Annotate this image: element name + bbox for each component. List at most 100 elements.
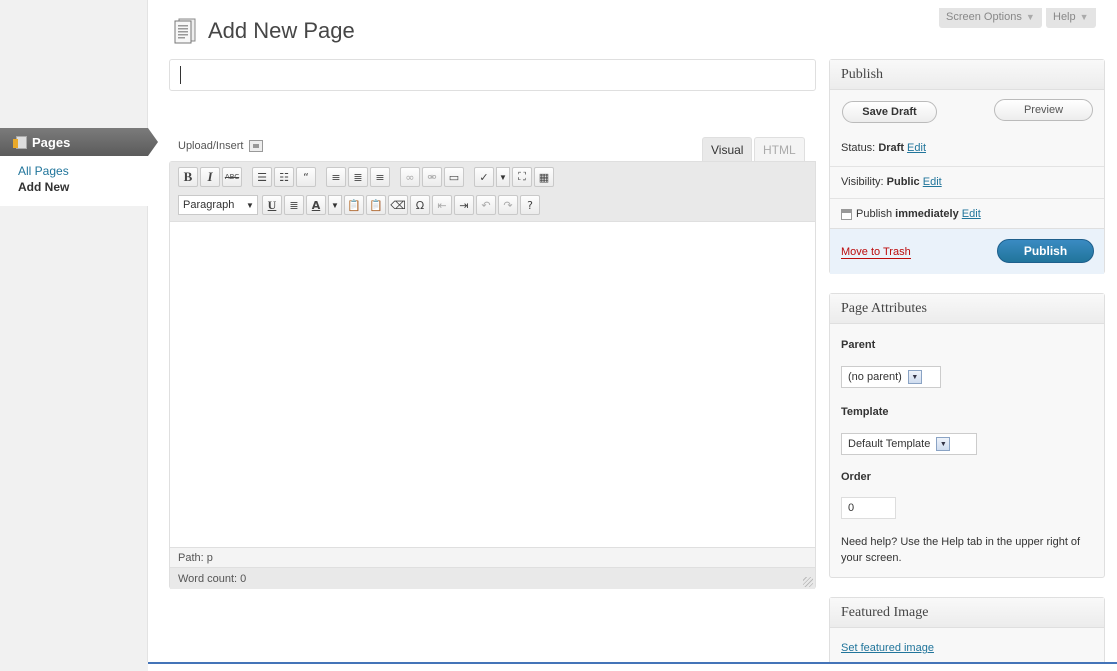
blockquote-icon[interactable]: “ <box>296 167 316 187</box>
spellcheck-icon[interactable]: ✓ <box>474 167 494 187</box>
unlink-icon[interactable]: ⚮ <box>422 167 442 187</box>
schedule-label: Publish <box>856 208 893 220</box>
preview-button[interactable]: Preview <box>994 99 1093 121</box>
chevron-down-icon: ▼ <box>936 437 951 451</box>
fullscreen-icon[interactable]: ⛶ <box>512 167 532 187</box>
status-row: Status: Draft Edit <box>841 142 926 154</box>
schedule-row: Publish immediately Edit <box>841 208 981 220</box>
chevron-down-icon: ▼ <box>246 200 254 210</box>
format-select-value: Paragraph <box>183 199 235 211</box>
chevron-down-icon: ▼ <box>907 370 922 384</box>
path-label: Path: <box>178 552 204 564</box>
status-value: Draft <box>878 142 904 154</box>
publish-box: Publish Save Draft Preview Status: Draft… <box>829 59 1105 274</box>
resize-handle-icon[interactable] <box>803 577 813 587</box>
indent-icon[interactable]: ⇥ <box>454 195 474 215</box>
page-attributes-title[interactable]: Page Attributes <box>830 294 1104 324</box>
visibility-label: Visibility: <box>841 176 884 188</box>
publish-actions: Move to Trash Publish <box>830 228 1104 274</box>
status-edit-link[interactable]: Edit <box>907 142 926 154</box>
sidebar-menu-label: Pages <box>32 134 71 150</box>
kitchen-sink-icon[interactable]: ▦ <box>534 167 554 187</box>
paste-word-icon[interactable]: 📋 <box>366 195 386 215</box>
undo-icon[interactable]: ↶ <box>476 195 496 215</box>
bottom-bar <box>0 662 1117 671</box>
divider <box>830 166 1104 167</box>
publish-box-title[interactable]: Publish <box>830 60 1104 90</box>
page-icon <box>174 18 196 44</box>
numbered-list-icon[interactable]: ☷ <box>274 167 294 187</box>
paste-text-icon[interactable]: 📋 <box>344 195 364 215</box>
editor-path-bar: Path: p <box>170 547 815 567</box>
content-editor: B I ABC ☰ ☷ “ ≡ ≣ ≡ ∞ ⚮ ▭ ✓ ▼ ⛶ ▦ Paragr… <box>169 161 816 589</box>
word-count: Word count: 0 <box>178 573 247 585</box>
editor-content-area[interactable] <box>170 223 815 547</box>
parent-select-value: (no parent) <box>848 371 902 383</box>
clear-formatting-icon[interactable]: ⌫ <box>388 195 408 215</box>
calendar-icon <box>841 208 852 220</box>
move-to-trash-link[interactable]: Move to Trash <box>841 246 911 259</box>
screen-options-button[interactable]: Screen Options ▼ <box>939 8 1042 28</box>
more-tag-icon[interactable]: ▭ <box>444 167 464 187</box>
text-color-icon[interactable]: A <box>306 195 326 215</box>
align-center-icon[interactable]: ≣ <box>348 167 368 187</box>
text-color-dropdown-icon[interactable]: ▼ <box>328 195 342 215</box>
pages-icon <box>13 135 27 149</box>
parent-label: Parent <box>841 339 876 351</box>
page-attributes-box: Page Attributes Parent (no parent) ▼ Tem… <box>829 293 1105 578</box>
parent-select[interactable]: (no parent) ▼ <box>841 366 941 388</box>
page-title: Add New Page <box>208 18 355 43</box>
toolbar-row-1: B I ABC ☰ ☷ “ ≡ ≣ ≡ ∞ ⚮ ▭ ✓ ▼ ⛶ ▦ <box>178 167 554 187</box>
outdent-icon[interactable]: ⇤ <box>432 195 452 215</box>
sidebar-menu-pages[interactable]: Pages <box>0 128 158 156</box>
title-input[interactable] <box>169 59 816 91</box>
help-button[interactable]: Help ▼ <box>1046 8 1096 28</box>
format-select[interactable]: Paragraph ▼ <box>178 195 258 215</box>
path-value[interactable]: p <box>207 552 213 564</box>
visibility-row: Visibility: Public Edit <box>841 176 942 188</box>
publish-button[interactable]: Publish <box>997 239 1094 263</box>
set-featured-image-link[interactable]: Set featured image <box>841 642 934 654</box>
redo-icon[interactable]: ↷ <box>498 195 518 215</box>
admin-sidebar <box>0 0 148 662</box>
visibility-value: Public <box>886 176 920 188</box>
upload-insert-label: Upload/Insert <box>178 140 244 152</box>
featured-image-box: Featured Image Set featured image <box>829 597 1105 667</box>
link-icon[interactable]: ∞ <box>400 167 420 187</box>
template-select-value: Default Template <box>848 438 931 450</box>
template-label: Template <box>841 406 889 418</box>
pages-submenu: All Pages Add New <box>0 156 148 206</box>
attributes-help-text: Need help? Use the Help tab in the upper… <box>841 536 1081 564</box>
underline-icon[interactable]: U <box>262 195 282 215</box>
triangle-down-icon: ▼ <box>1025 12 1035 22</box>
help-icon[interactable]: ? <box>520 195 540 215</box>
align-right-icon[interactable]: ≡ <box>370 167 390 187</box>
word-count-bar: Word count: 0 <box>170 567 815 589</box>
tab-html[interactable]: HTML <box>754 137 805 162</box>
bullet-list-icon[interactable]: ☰ <box>252 167 272 187</box>
add-media-icon[interactable] <box>249 140 264 152</box>
schedule-edit-link[interactable]: Edit <box>962 208 981 220</box>
save-draft-button[interactable]: Save Draft <box>842 101 937 123</box>
divider <box>830 198 1104 199</box>
screen-options-label: Screen Options <box>946 11 1022 23</box>
spellcheck-dropdown-icon[interactable]: ▼ <box>496 167 510 187</box>
upload-insert: Upload/Insert <box>178 140 264 152</box>
template-select[interactable]: Default Template ▼ <box>841 433 977 455</box>
justify-icon[interactable]: ≣ <box>284 195 304 215</box>
editor-toolbar: B I ABC ☰ ☷ “ ≡ ≣ ≡ ∞ ⚮ ▭ ✓ ▼ ⛶ ▦ Paragr… <box>170 162 815 222</box>
featured-image-title[interactable]: Featured Image <box>830 598 1104 628</box>
special-character-icon[interactable]: Ω <box>410 195 430 215</box>
bold-icon[interactable]: B <box>178 167 198 187</box>
sidebar-item-all-pages[interactable]: All Pages <box>18 163 148 179</box>
text-caret <box>180 66 181 84</box>
tab-visual[interactable]: Visual <box>702 137 753 162</box>
status-label: Status: <box>841 142 876 154</box>
visibility-edit-link[interactable]: Edit <box>923 176 942 188</box>
order-input[interactable]: 0 <box>841 497 896 519</box>
sidebar-item-add-new[interactable]: Add New <box>18 179 148 195</box>
align-left-icon[interactable]: ≡ <box>326 167 346 187</box>
order-label: Order <box>841 471 871 483</box>
strikethrough-icon[interactable]: ABC <box>222 167 242 187</box>
italic-icon[interactable]: I <box>200 167 220 187</box>
